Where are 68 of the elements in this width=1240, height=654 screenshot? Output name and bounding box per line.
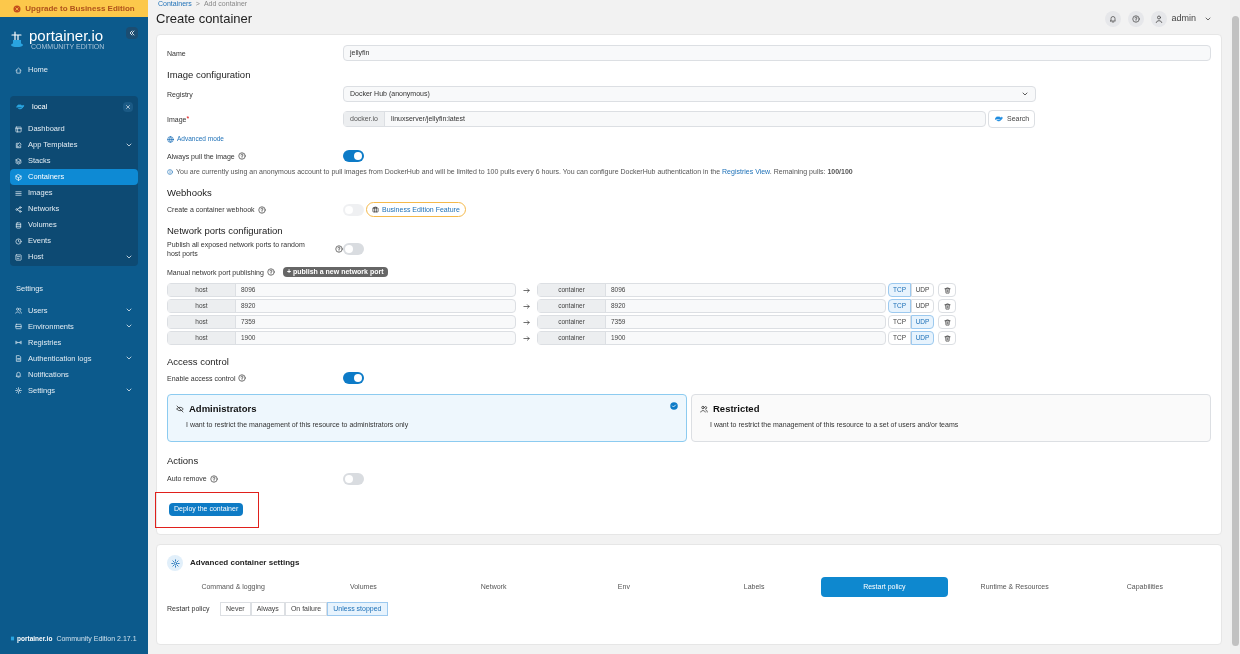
notifications-button[interactable]	[1105, 11, 1122, 27]
list-icon	[15, 189, 22, 197]
edit-icon	[15, 141, 22, 149]
help-icon	[238, 374, 247, 383]
user-icon	[1155, 15, 1164, 23]
toggle-switch[interactable]	[343, 372, 364, 385]
option-title: Restricted	[713, 402, 760, 417]
page-title: Create container	[156, 10, 254, 29]
users-icon	[700, 405, 708, 414]
section-heading: Webhooks	[167, 185, 213, 200]
info-icon	[167, 169, 173, 176]
arrow-right-icon	[523, 286, 530, 294]
home-icon	[15, 66, 22, 74]
chevron-down-icon	[125, 141, 133, 149]
help-icon	[209, 474, 218, 483]
delete-button[interactable]	[938, 315, 956, 329]
help-button[interactable]	[1128, 11, 1145, 27]
layout-icon	[15, 125, 22, 133]
users-icon	[15, 306, 22, 314]
delete-button[interactable]	[938, 283, 956, 297]
section-heading: Advanced container settings	[190, 557, 300, 569]
delete-button[interactable]	[938, 331, 956, 345]
section-heading: Network ports configuration	[167, 223, 284, 238]
registry-icon	[15, 338, 22, 346]
collapse-button[interactable]	[126, 27, 138, 39]
toggle-switch[interactable]	[343, 150, 364, 162]
chevron-down-icon	[125, 253, 133, 261]
layers-icon	[15, 157, 22, 165]
arrow-right-icon	[523, 334, 530, 342]
help-icon	[257, 205, 266, 214]
check-circle-icon	[670, 402, 678, 411]
server-icon	[15, 322, 22, 330]
share-icon	[15, 205, 22, 213]
user-menu[interactable]: admin	[1151, 11, 1212, 27]
arrow-right-icon	[523, 318, 530, 326]
help-icon	[1132, 15, 1141, 23]
file-icon	[15, 354, 22, 362]
host-icon	[15, 253, 22, 261]
double-chevron-icon	[128, 29, 136, 37]
chevron-down-icon	[1204, 15, 1212, 23]
eye-off-icon	[176, 405, 184, 414]
whale-icon	[15, 103, 26, 111]
database-icon	[15, 221, 22, 229]
delete-button[interactable]	[938, 299, 956, 313]
help-icon	[266, 268, 275, 276]
toggle-switch[interactable]	[343, 243, 364, 255]
close-button[interactable]	[123, 102, 133, 112]
box-icon	[15, 173, 22, 181]
globe-icon	[167, 135, 174, 143]
help-icon	[335, 245, 343, 253]
option-title: Administrators	[189, 402, 257, 417]
clock-icon	[15, 237, 22, 245]
trash-icon	[943, 334, 951, 342]
trash-icon	[943, 286, 951, 294]
whale-icon	[994, 115, 1004, 124]
section-heading: Access control	[167, 355, 230, 369]
help-icon	[237, 152, 246, 160]
bell-icon	[15, 370, 22, 378]
section-heading: Actions	[167, 454, 200, 469]
briefcase-icon	[372, 206, 379, 214]
bell-icon	[1109, 15, 1118, 23]
trash-icon	[943, 302, 951, 310]
logo-text: portainer.io	[29, 27, 105, 43]
toggle-switch[interactable]	[343, 472, 364, 485]
section-heading: Image configuration	[167, 68, 252, 82]
close-icon	[125, 104, 131, 110]
trash-icon	[943, 318, 951, 326]
arrow-right-icon	[523, 302, 530, 310]
